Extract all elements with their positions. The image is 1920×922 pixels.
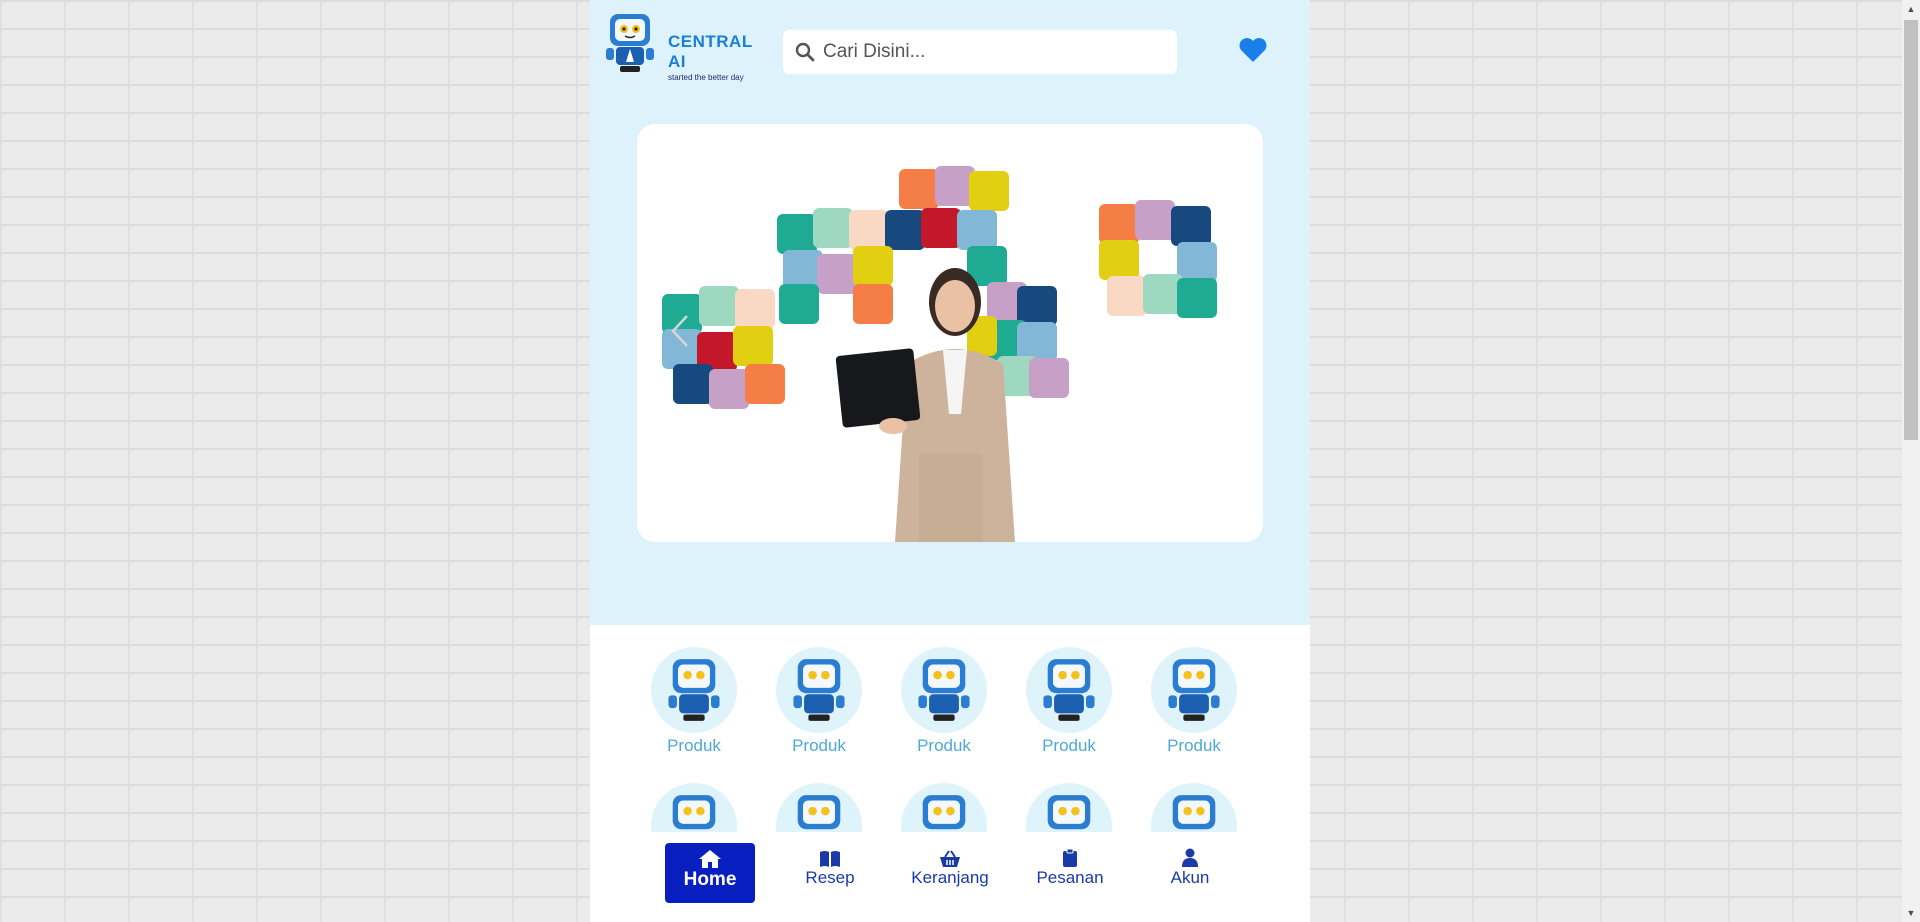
menu-item-produk[interactable]: Produk [1026,647,1112,756]
menu-item-label: Produk [667,736,721,755]
logo-subtitle: started the better day [668,73,744,82]
nav-akun[interactable]: Akun [1145,842,1235,902]
menu-item-produk[interactable]: Produk [1151,647,1237,756]
logo[interactable]: CENTRAL AI started the better day [602,12,752,82]
chevron-left-icon[interactable] [669,314,691,348]
clipboard-icon [1063,848,1077,867]
nav-label: Home [683,869,737,890]
robot-logo-icon [606,14,654,72]
page-scrollbar[interactable]: ▲ ▼ [1902,0,1920,922]
menu-item-label: Produk [1167,736,1221,755]
menu-item-label: Produk [917,736,971,755]
nav-pesanan[interactable]: Pesanan [1025,842,1115,902]
promo-banner[interactable] [637,124,1263,542]
nav-label: Resep [805,868,855,887]
produk-icon [1026,647,1112,733]
basket-icon [940,850,960,867]
scroll-up-arrow-icon[interactable]: ▲ [1902,0,1920,18]
book-icon [820,851,840,867]
header-section: CENTRAL AI started the better day [590,0,1310,625]
scrollbar-thumb[interactable] [1904,20,1918,440]
nav-resep[interactable]: Resep [785,842,875,902]
menu-item-label: Produk [792,736,846,755]
produk-icon [1151,647,1237,733]
produk-icon [901,647,987,733]
nav-label: Akun [1170,868,1210,887]
app-container: CENTRAL AI started the better day Cari D… [590,0,1310,922]
banner-image [662,166,1217,542]
produk-icon [776,647,862,733]
nav-home[interactable]: Home [665,843,755,903]
search-icon [795,42,815,62]
scroll-down-arrow-icon[interactable]: ▼ [1902,904,1920,922]
bottom-navigation: Home Resep Keranjang Pesanan Akun [590,832,1310,922]
logo-text: CENTRAL AI started the better day [668,32,752,82]
search-bar[interactable] [783,30,1177,74]
search-input[interactable] [821,40,1165,64]
nav-label: Pesanan [1036,868,1104,887]
user-icon [1182,848,1198,867]
logo-title: CENTRAL AI [668,32,753,71]
menu-item-label: Produk [1042,736,1096,755]
home-icon [699,850,721,868]
nav-keranjang[interactable]: Keranjang [905,842,995,902]
favorites-button[interactable] [1238,36,1268,69]
produk-icon [651,647,737,733]
heart-icon [1239,38,1267,62]
menu-item-produk[interactable]: Produk [901,647,987,756]
menu-item-produk[interactable]: Produk [776,647,862,756]
menu-item-produk[interactable]: Produk [651,647,737,756]
nav-label: Keranjang [911,868,989,887]
